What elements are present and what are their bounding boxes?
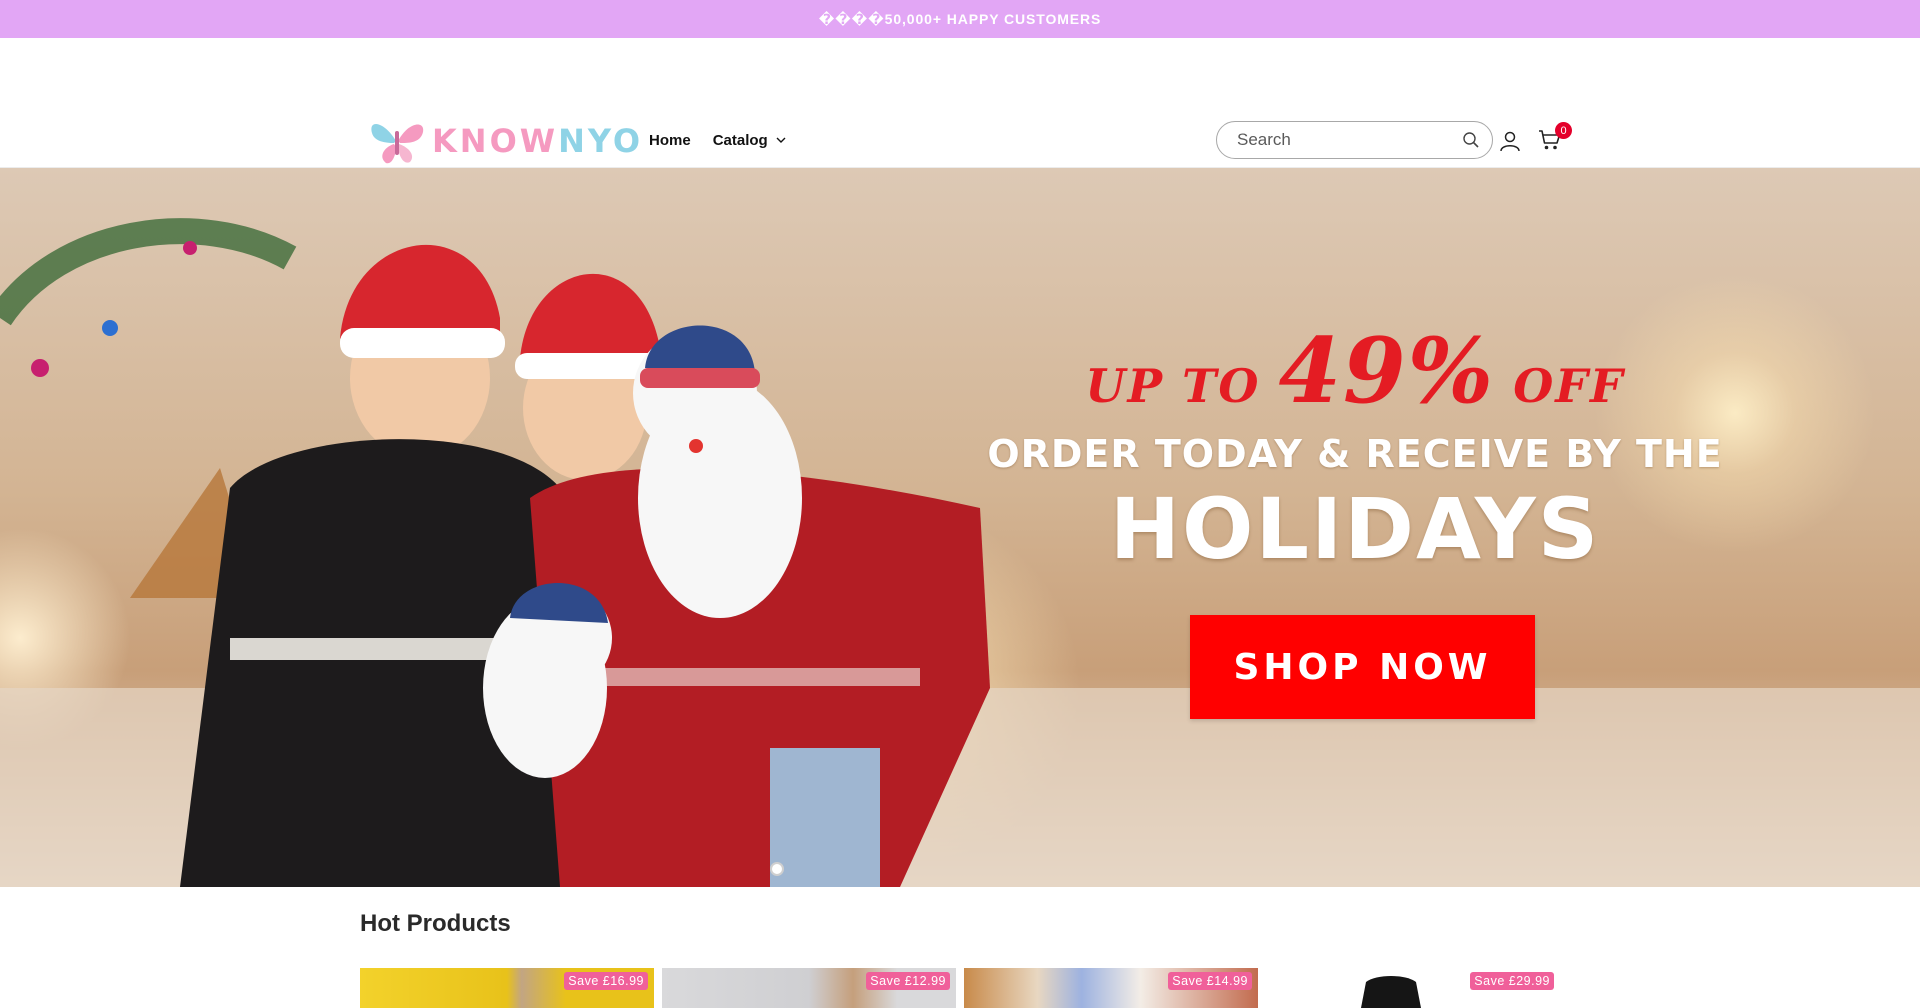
logo-wordmark: KNOWNYO <box>432 122 643 160</box>
chevron-down-icon <box>776 137 786 143</box>
hero-headline: UP TO 49% OFF ORDER TODAY & RECEIVE BY T… <box>955 318 1755 578</box>
hero-subline: ORDER TODAY & RECEIVE BY THE <box>987 432 1723 476</box>
nav-catalog[interactable]: Catalog <box>713 132 786 149</box>
product-card[interactable]: Save £16.99 <box>360 968 654 1008</box>
slideshow-dots <box>770 862 784 876</box>
hot-products-grid: Save £16.99 Save £12.99 Save £14.99 Save… <box>360 968 1560 1008</box>
slide-dot[interactable] <box>770 862 784 876</box>
hero-discount-percent: 49% <box>1278 318 1496 424</box>
logo-text-second: NYO <box>558 122 644 160</box>
search-box <box>1216 121 1493 159</box>
announcement-bar: ����50,000+ HAPPY CUSTOMERS <box>0 0 1920 38</box>
site-header: KNOWNYO Home Catalog 0 <box>0 38 1920 168</box>
hot-products-title: Hot Products <box>360 910 511 937</box>
product-card[interactable]: Save £14.99 <box>964 968 1258 1008</box>
user-icon <box>1500 131 1520 152</box>
search-icon[interactable] <box>1462 131 1480 149</box>
nav-catalog-label: Catalog <box>712 132 768 149</box>
main-nav: Home Catalog <box>649 132 786 149</box>
save-badge: Save £29.99 <box>1470 972 1554 990</box>
product-card[interactable]: Save £12.99 <box>662 968 956 1008</box>
announcement-text: ����50,000+ HAPPY CUSTOMERS <box>818 10 1102 27</box>
save-badge: Save £16.99 <box>564 972 648 990</box>
logo-text-first: KNOW <box>432 122 559 160</box>
nav-home-label: Home <box>649 132 691 149</box>
hero-discount-line: UP TO 49% OFF <box>955 318 1755 424</box>
nav-home[interactable]: Home <box>649 132 691 149</box>
save-badge: Save £12.99 <box>866 972 950 990</box>
hero-holidays: HOLIDAYS <box>1109 480 1601 578</box>
butterfly-icon <box>371 123 424 164</box>
cart-count-badge: 0 <box>1555 122 1572 139</box>
search-input[interactable] <box>1237 130 1462 150</box>
hero-discount-suffix: OFF <box>1513 359 1625 413</box>
product-card[interactable]: Save £29.99 <box>1266 968 1560 1008</box>
hero-discount-prefix: UP TO <box>1085 359 1261 413</box>
save-badge: Save £14.99 <box>1168 972 1252 990</box>
account-button[interactable] <box>1496 127 1524 155</box>
hero-banner[interactable]: UP TO 49% OFF ORDER TODAY & RECEIVE BY T… <box>0 168 1920 887</box>
site-logo[interactable]: KNOWNYO <box>366 116 643 166</box>
shop-now-button[interactable]: SHOP NOW <box>1190 615 1535 719</box>
